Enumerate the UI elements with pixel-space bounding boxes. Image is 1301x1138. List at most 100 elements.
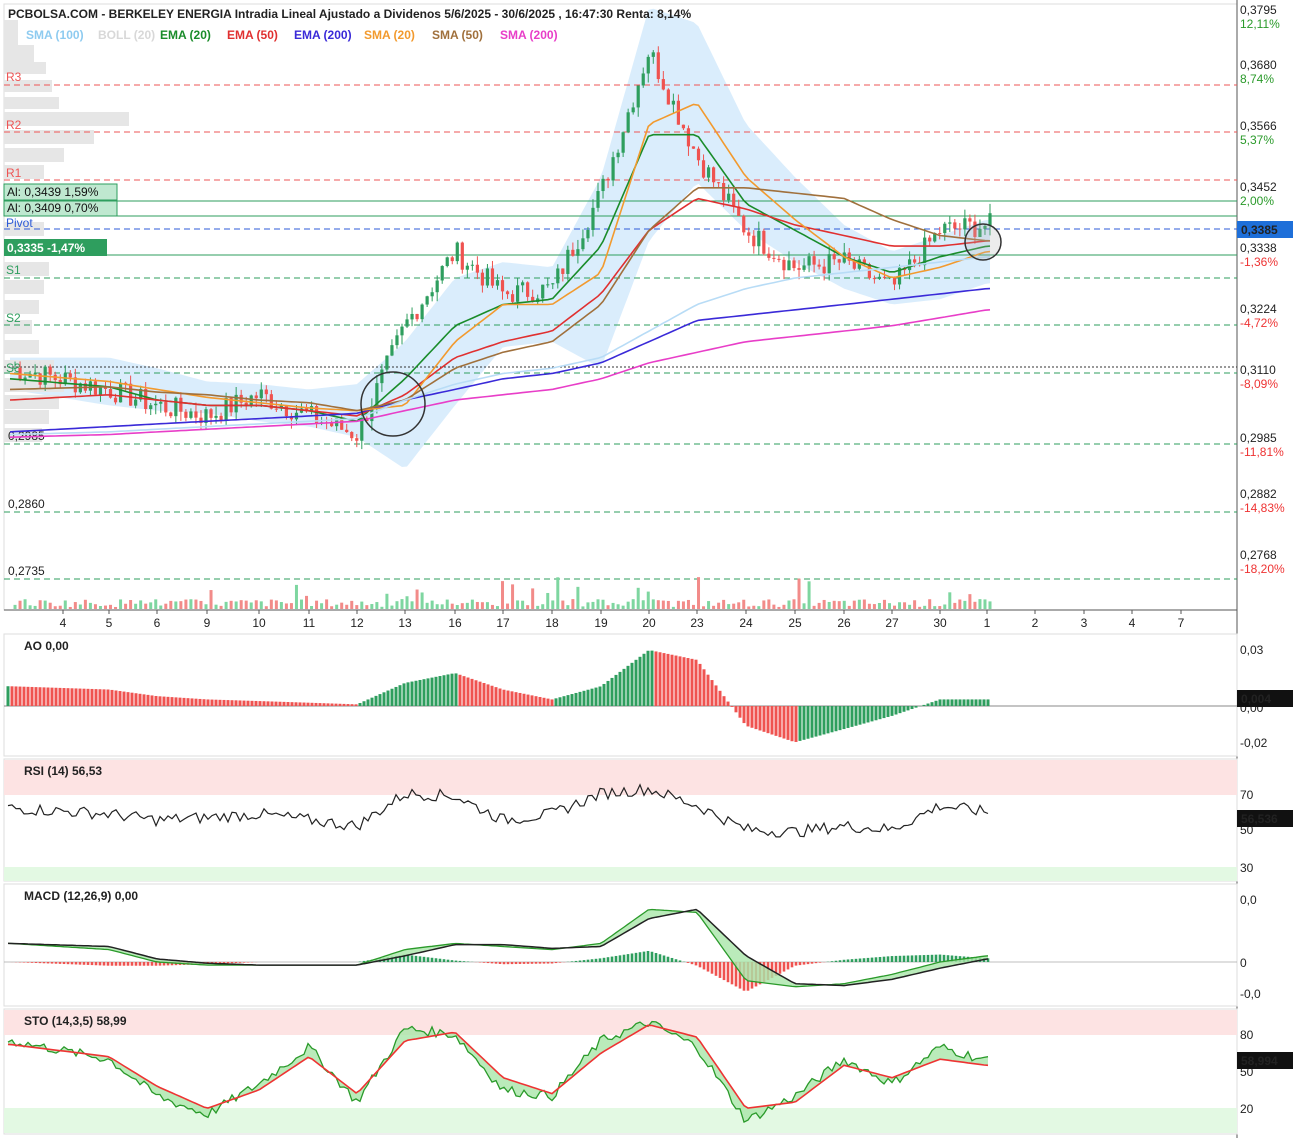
macd-bar (82, 962, 86, 965)
ao-bar (670, 654, 674, 706)
macd-bar (818, 962, 822, 963)
volume-bar (983, 599, 987, 609)
ao-bar (238, 700, 242, 706)
candle-body (440, 266, 444, 281)
macd-bar (538, 962, 542, 964)
r1-label: R1 (6, 166, 22, 180)
volume-bar (732, 603, 736, 609)
date-tick: 26 (837, 616, 851, 630)
date-tick: 9 (204, 616, 211, 630)
volume-bar (299, 599, 303, 609)
candle-body (445, 257, 449, 267)
volume-bar (259, 601, 263, 609)
candle-body (686, 128, 691, 147)
ao-bar (54, 687, 58, 706)
volume-bar (837, 601, 841, 609)
macd-bar (422, 956, 426, 962)
macd-bar (686, 962, 690, 963)
ao-bar (678, 656, 682, 706)
ao-bar (622, 668, 626, 706)
ao-bar (482, 683, 486, 706)
volume-bar (893, 605, 897, 609)
ao-bar (298, 702, 302, 706)
volume-bar (807, 581, 811, 609)
volume-bar (727, 604, 731, 609)
legend-item: SMA (200) (500, 28, 558, 42)
volume-bar (144, 603, 148, 609)
ao-bar (14, 686, 18, 706)
volume-bar (385, 593, 389, 609)
candle-body (948, 222, 952, 224)
macd-bar (54, 962, 58, 964)
ao-bar (102, 689, 106, 706)
volume-bar (199, 600, 203, 609)
volume-bar (264, 606, 268, 609)
macd-bar (706, 962, 710, 972)
legend-item: EMA (20) (160, 28, 211, 42)
candle-body (621, 132, 625, 153)
volume-bar (581, 606, 585, 609)
macd-bar (542, 962, 546, 964)
candle-body (581, 238, 585, 250)
macd-bar (854, 958, 858, 962)
legend-item: EMA (200) (294, 28, 352, 42)
ao-bar (542, 697, 546, 706)
volume-bar (325, 599, 329, 609)
date-tick: 7 (1178, 616, 1185, 630)
date-tick: 23 (690, 616, 704, 630)
volume-bar (772, 604, 776, 609)
date-tick: 30 (933, 616, 947, 630)
ao-bar (838, 706, 842, 731)
macd-bar (230, 962, 234, 964)
macd-bar (502, 962, 506, 965)
volume-bar (445, 599, 449, 609)
ao-bar (262, 701, 266, 706)
candle-body (108, 388, 113, 398)
macd-bar (662, 955, 666, 962)
macd-bar (670, 957, 674, 962)
ao-bar (870, 706, 874, 722)
s2-label: S2 (6, 311, 21, 325)
pct-tick: -4,72% (1240, 316, 1278, 330)
ao-bar (958, 699, 962, 706)
macd-bar (630, 953, 634, 962)
date-tick: 16 (448, 616, 462, 630)
volume-bar (757, 606, 761, 609)
macd-bar (782, 962, 786, 972)
ao-bar (686, 658, 690, 706)
candle-body (274, 408, 278, 410)
volume-bar (395, 601, 399, 609)
volume-bar (475, 601, 479, 609)
candle-body (500, 280, 505, 292)
pct-tick: -14,83% (1240, 501, 1285, 515)
ao-bar (786, 706, 790, 740)
macd-bar (718, 962, 722, 978)
candle-body (93, 381, 98, 395)
macd-bar (650, 951, 654, 962)
macd-bar (438, 958, 442, 962)
volume-bar (707, 601, 711, 609)
volume-bar (576, 586, 580, 609)
sto-tick-20: 20 (1240, 1102, 1254, 1116)
rsi-tick-70: 70 (1240, 788, 1254, 802)
ao-bar (890, 706, 894, 716)
volume-bar (289, 603, 293, 609)
date-tick: 11 (303, 616, 316, 630)
candle-body (872, 278, 877, 280)
ao-bar (854, 706, 858, 726)
volume-bar (566, 605, 570, 609)
candle-body (149, 405, 153, 410)
ao-bar (326, 703, 330, 706)
ao-bar (358, 703, 362, 706)
date-tick: 13 (398, 616, 412, 630)
volume-bar (58, 605, 62, 609)
macd-bar (58, 962, 62, 964)
ao-bar (794, 706, 798, 742)
candle-body (360, 417, 364, 441)
ao-bar (642, 653, 646, 706)
candle-body (968, 218, 972, 222)
ao-bar (698, 663, 702, 706)
candle-body (717, 182, 721, 184)
ao-bar (354, 704, 358, 706)
legend-item: SMA (100) (26, 28, 84, 42)
